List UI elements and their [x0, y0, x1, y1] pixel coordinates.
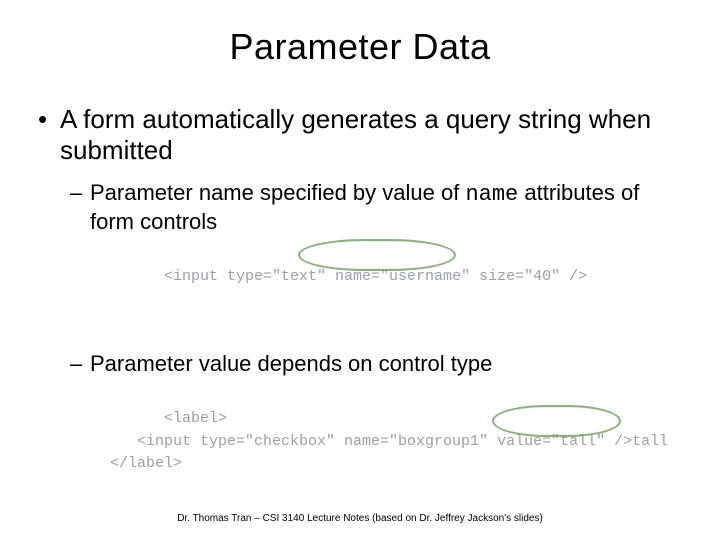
- text-fragment: Parameter: [90, 351, 199, 376]
- code-line: <label>: [164, 410, 227, 427]
- dash-icon: –: [70, 180, 90, 235]
- slide-footer: Dr. Thomas Tran – CSI 3140 Lecture Notes…: [0, 513, 720, 524]
- text-fragment: specified by value of: [254, 180, 466, 205]
- code-example-2: <label> <input type="checkbox" name="box…: [110, 386, 682, 521]
- bullet-dot: •: [38, 104, 60, 166]
- text-emphasis-name: name: [199, 180, 254, 205]
- code-example-1: <input type="text" name="username" size=…: [110, 243, 682, 333]
- highlight-ring-name: [298, 239, 456, 271]
- dash-icon: –: [70, 351, 90, 377]
- bullet-level2: – Parameter name specified by value of n…: [70, 180, 682, 235]
- code-line: <input type="text" name="username" size=…: [164, 268, 587, 285]
- text-emphasis-form: form: [83, 104, 135, 134]
- text-fragment: Parameter: [90, 180, 199, 205]
- text-fragment: automatically generates a query string w…: [60, 104, 651, 165]
- code-line: <input type="checkbox" name="boxgroup1" …: [110, 433, 668, 450]
- slide: Parameter Data • A form automatically ge…: [0, 0, 720, 540]
- text-fragment: depends on control type: [251, 351, 492, 376]
- bullet-level1: • A form automatically generates a query…: [38, 104, 682, 166]
- code-line: </label>: [110, 455, 182, 472]
- bullet-level2: – Parameter value depends on control typ…: [70, 351, 682, 377]
- slide-body: • A form automatically generates a query…: [0, 68, 720, 540]
- text-fragment: A: [60, 104, 83, 134]
- code-word-name: name: [465, 182, 518, 207]
- slide-title: Parameter Data: [0, 0, 720, 68]
- text-emphasis-value: value: [199, 351, 252, 376]
- sub-bullet-text: Parameter name specified by value of nam…: [90, 180, 682, 235]
- bullet-text: A form automatically generates a query s…: [60, 104, 682, 166]
- sub-bullet-text: Parameter value depends on control type: [90, 351, 492, 377]
